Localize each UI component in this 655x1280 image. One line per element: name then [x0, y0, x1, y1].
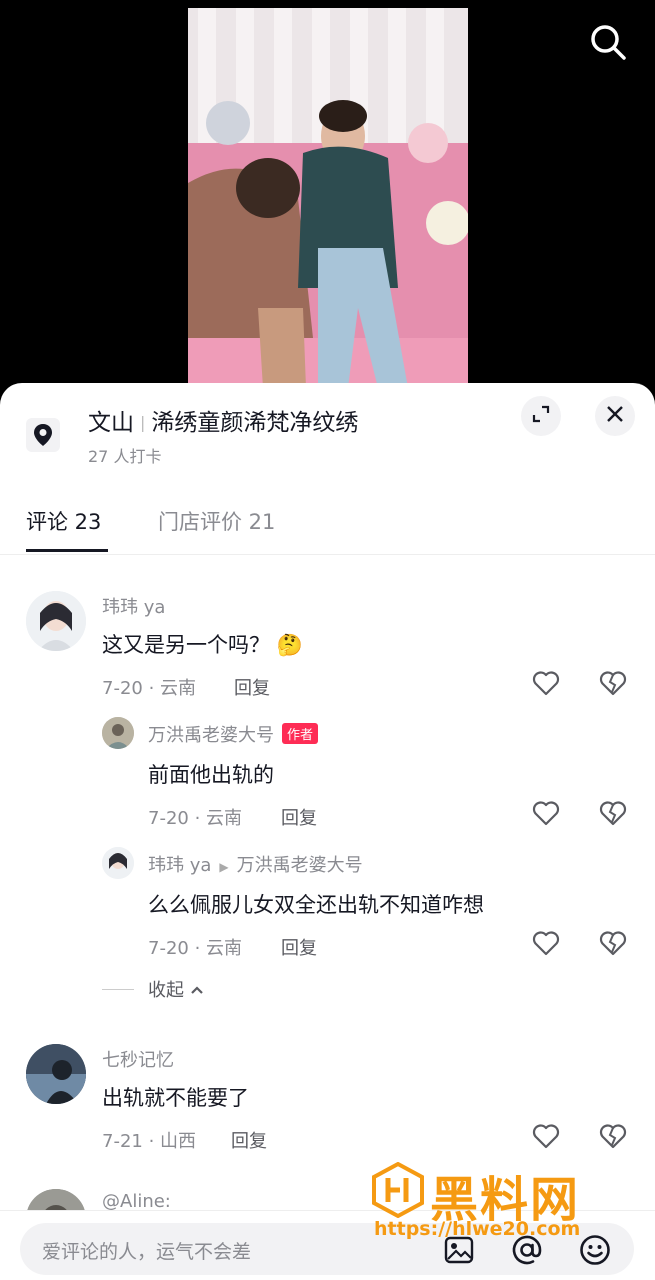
- video-thumbnail: [188, 8, 468, 400]
- search-icon: [589, 23, 627, 65]
- location-title[interactable]: 文山 | 浠绣童颜浠梵净纹绣: [88, 403, 358, 437]
- comment-date: 7-20 · 云南: [148, 808, 243, 829]
- comment-sheet: 文山 | 浠绣童颜浠梵净纹绣 27 人打卡 评论 23 门店评价 21 玮玮 ya …: [0, 383, 655, 1280]
- comment-author[interactable]: 七秒记忆: [102, 1046, 174, 1072]
- heart-icon[interactable]: [532, 670, 562, 700]
- comment-author-name: 万洪禹老婆大号: [148, 725, 274, 746]
- collapse-divider: [102, 988, 134, 990]
- reply-to-name[interactable]: 万洪禹老婆大号: [237, 855, 363, 876]
- comment-text: 么么佩服儿女双全还出轨不知道咋想: [148, 893, 484, 917]
- comment-author[interactable]: 玮玮 ya: [102, 593, 165, 619]
- reply-button[interactable]: 回复: [231, 1127, 267, 1153]
- tab-comments[interactable]: 评论 23: [26, 506, 101, 536]
- close-button[interactable]: [595, 396, 635, 436]
- location-shop: 浠绣童颜浠梵净纹绣: [151, 410, 359, 436]
- reply-button[interactable]: 回复: [234, 674, 270, 700]
- location-header[interactable]: 文山 | 浠绣童颜浠梵净纹绣 27 人打卡: [0, 383, 655, 483]
- comment-author[interactable]: 玮玮 ya ▶ 万洪禹老婆大号: [148, 851, 363, 877]
- broken-heart-icon[interactable]: [599, 800, 629, 830]
- watermark: 黑料网 https://hlwe20.com: [372, 1160, 632, 1250]
- broken-heart-icon[interactable]: [599, 1123, 629, 1153]
- comment-input-placeholder: 爱评论的人，运气不会差: [42, 1241, 252, 1263]
- location-city: 文山: [88, 410, 134, 436]
- expand-icon: [531, 404, 551, 428]
- avatar[interactable]: [102, 847, 134, 879]
- heart-icon[interactable]: [532, 800, 562, 830]
- location-pin-icon: [26, 418, 60, 452]
- tab-bar: 评论 23 门店评价 21: [0, 496, 655, 555]
- broken-heart-icon[interactable]: [599, 930, 629, 960]
- avatar[interactable]: [102, 717, 134, 749]
- thinking-emoji: 🤔: [276, 633, 303, 657]
- comment-author[interactable]: 万洪禹老婆大号 作者: [148, 721, 319, 747]
- reply-arrow-icon: ▶: [219, 860, 229, 874]
- comment-date: 7-20 · 云南: [102, 678, 197, 699]
- comment-text: 出轨就不能要了: [102, 1086, 249, 1110]
- expand-button[interactable]: [521, 396, 561, 436]
- checkin-count: 27 人打卡: [88, 447, 162, 466]
- comment-author-name: 玮玮 ya: [148, 855, 212, 876]
- avatar[interactable]: [26, 1044, 86, 1104]
- search-button[interactable]: [586, 22, 630, 66]
- watermark-url: https://hlwe20.com: [374, 1218, 581, 1240]
- close-icon: [606, 405, 624, 427]
- heart-icon[interactable]: [532, 930, 562, 960]
- broken-heart-icon[interactable]: [599, 670, 629, 700]
- video-player[interactable]: [0, 0, 655, 400]
- reply-button[interactable]: 回复: [281, 804, 317, 830]
- collapse-label: 收起: [148, 980, 184, 1001]
- avatar[interactable]: [26, 591, 86, 651]
- comment-date: 7-21 · 山西: [102, 1131, 197, 1152]
- tab-store-reviews[interactable]: 门店评价 21: [158, 506, 275, 536]
- reply-button[interactable]: 回复: [281, 934, 317, 960]
- watermark-logo-icon: [372, 1161, 424, 1222]
- chevron-up-icon: [190, 979, 204, 1000]
- title-separator: |: [140, 413, 146, 432]
- comment-text: 这又是另一个吗？ 🤔: [102, 629, 303, 659]
- heart-icon[interactable]: [532, 1123, 562, 1153]
- comment-text-body: 这又是另一个吗？: [102, 633, 270, 657]
- tab-active-indicator: [26, 549, 108, 552]
- author-badge: 作者: [282, 723, 319, 744]
- comment-author[interactable]: @Aline:: [102, 1191, 171, 1212]
- collapse-replies-button[interactable]: 收起: [102, 976, 204, 1002]
- comment-date: 7-20 · 云南: [148, 938, 243, 959]
- comment-text: 前面他出轨的: [148, 763, 274, 787]
